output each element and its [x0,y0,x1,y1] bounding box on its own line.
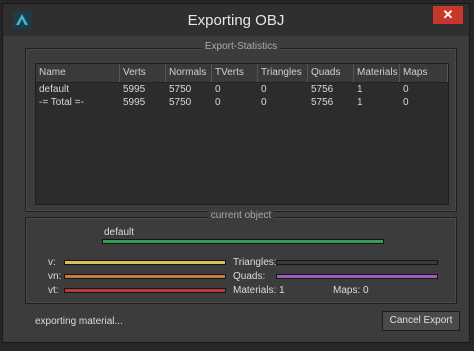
cell: 5756 [311,84,334,95]
cell: 5750 [169,97,192,108]
column-header-maps[interactable]: Maps [400,64,448,82]
vn-label: vn: [48,271,62,282]
materials-count: Materials: 1 [233,285,285,296]
cell: 1 [357,97,363,108]
cell: 0 [215,84,221,95]
column-header-tverts[interactable]: TVerts [212,64,258,82]
table-header: Name Verts Normals TVerts Triangles Quad… [36,64,448,83]
cell: 1 [357,84,363,95]
status-text: exporting material... [35,316,123,327]
v-label: v: [48,257,56,268]
quads-label: Quads: [233,271,266,282]
column-header-materials[interactable]: Materials [354,64,400,82]
current-object-label: current object [207,210,275,221]
object-name: default [104,227,135,238]
column-header-triangles[interactable]: Triangles [258,64,308,82]
close-button[interactable]: ✕ [433,6,463,24]
cell: 5750 [169,84,192,95]
table-row[interactable]: -= Total =- 5995 5750 0 0 5756 1 0 [36,96,448,109]
cell: 5756 [311,97,334,108]
table-row[interactable]: default 5995 5750 0 0 5756 1 0 [36,83,448,96]
cell: 5995 [123,84,146,95]
cell: 0 [261,84,267,95]
title-bar[interactable]: Exporting OBJ ✕ [3,4,469,36]
column-header-verts[interactable]: Verts [120,64,166,82]
current-object-group: current object default v: vn: vt: Triang… [25,210,457,304]
cell: 0 [215,97,221,108]
window-title: Exporting OBJ [187,12,285,29]
export-statistics-group: Export-Statistics Name Verts Normals TVe… [25,41,457,212]
vn-progress-bar [64,274,226,279]
cell: -= Total =- [39,97,84,108]
export-statistics-label: Export-Statistics [201,41,281,52]
cell: default [39,84,70,95]
cancel-export-button[interactable]: Cancel Export [382,311,460,331]
statistics-table: Name Verts Normals TVerts Triangles Quad… [35,63,449,205]
column-header-normals[interactable]: Normals [166,64,212,82]
triangles-progress-bar [276,260,438,265]
object-progress-bar [102,239,384,244]
maps-count: Maps: 0 [333,285,369,296]
v-progress-bar [64,260,226,265]
cell: 5995 [123,97,146,108]
vt-label: vt: [48,285,59,296]
vt-progress-bar [64,288,226,293]
column-header-name[interactable]: Name [36,64,120,82]
quads-progress-bar [276,274,438,279]
column-header-quads[interactable]: Quads [308,64,354,82]
cell: 0 [403,97,409,108]
export-dialog: Exporting OBJ ✕ Export-Statistics Name V… [2,3,470,343]
cell: 0 [403,84,409,95]
cell: 0 [261,97,267,108]
triangles-label: Triangles: [233,257,277,268]
